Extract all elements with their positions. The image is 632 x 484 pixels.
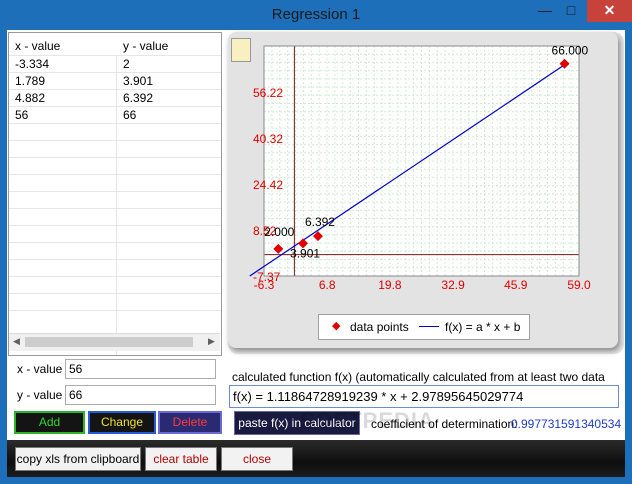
cell-y[interactable]: 3.901 (123, 74, 153, 88)
cell-y[interactable]: 2 (123, 57, 130, 71)
scroll-right-icon[interactable]: ▶ (208, 336, 215, 347)
chart-legend: ◆ data points f(x) = a * x + b (318, 314, 530, 340)
data-points-legend-icon: ◆ (332, 320, 341, 332)
table-row-empty[interactable] (9, 174, 221, 192)
clipboard-icon[interactable] (231, 38, 251, 62)
softpedia-watermark: SOFTPEDIA (300, 408, 435, 433)
change-button[interactable]: Change (88, 411, 156, 434)
column-header-y[interactable]: y - value (123, 39, 168, 53)
scroll-left-icon[interactable]: ◀ (13, 336, 20, 347)
data-table[interactable]: x - value y - value -3.334 2 1.789 3.901 4… (8, 32, 222, 356)
function-output[interactable]: f(x) = 1.11864728919239 * x + 2.97895645… (229, 385, 619, 408)
cell-x[interactable]: -3.334 (15, 57, 49, 71)
chart-background (228, 32, 618, 348)
table-row-empty[interactable] (9, 310, 221, 328)
y-value-label: y - value (17, 388, 63, 402)
clear-table-button[interactable]: clear table (145, 447, 217, 471)
table-row[interactable]: -3.334 2 (9, 55, 221, 73)
cell-x[interactable]: 56 (15, 108, 28, 122)
table-row-empty[interactable] (9, 259, 221, 277)
table-row-empty[interactable] (9, 293, 221, 311)
legend-fit-line: f(x) = a * x + b (445, 320, 521, 334)
table-row-empty[interactable] (9, 123, 221, 141)
x-value-label: x - value (17, 362, 63, 376)
table-row[interactable]: 56 66 (9, 106, 221, 124)
table-row-empty[interactable] (9, 276, 221, 294)
chart-panel (228, 32, 624, 354)
close-button[interactable]: close (221, 447, 293, 471)
table-row[interactable]: 4.882 6.392 (9, 89, 221, 107)
close-window-button[interactable]: ✕ (587, 0, 632, 22)
table-row-empty[interactable] (9, 208, 221, 226)
x-value-input[interactable]: 56 (65, 359, 216, 379)
cell-x[interactable]: 4.882 (15, 91, 45, 105)
title-bar[interactable]: Regression 1 — □ ✕ (0, 0, 632, 30)
add-button[interactable]: Add (14, 411, 85, 434)
cell-y[interactable]: 66 (123, 108, 136, 122)
legend-data-points: data points (350, 320, 409, 334)
minimize-button[interactable]: — (532, 0, 558, 22)
cell-x[interactable]: 1.789 (15, 74, 45, 88)
cell-y[interactable]: 6.392 (123, 91, 153, 105)
table-row-empty[interactable] (9, 225, 221, 243)
column-header-x[interactable]: x - value (15, 39, 60, 53)
table-row[interactable]: 1.789 3.901 (9, 72, 221, 90)
maximize-button[interactable]: □ (558, 0, 584, 22)
table-row-empty[interactable] (9, 140, 221, 158)
table-row-empty[interactable] (9, 157, 221, 175)
table-row-empty[interactable] (9, 242, 221, 260)
table-row-empty[interactable] (9, 191, 221, 209)
y-value-input[interactable]: 66 (65, 385, 216, 405)
horizontal-scrollbar[interactable]: ◀ ▶ (9, 333, 220, 351)
coefficient-value: 0.997731591340534 (511, 417, 622, 431)
delete-button[interactable]: Delete (158, 411, 222, 434)
fit-line-legend-icon (419, 326, 439, 327)
copy-xls-button[interactable]: copy xls from clipboard (15, 447, 141, 471)
scrollbar-thumb[interactable] (25, 337, 193, 347)
